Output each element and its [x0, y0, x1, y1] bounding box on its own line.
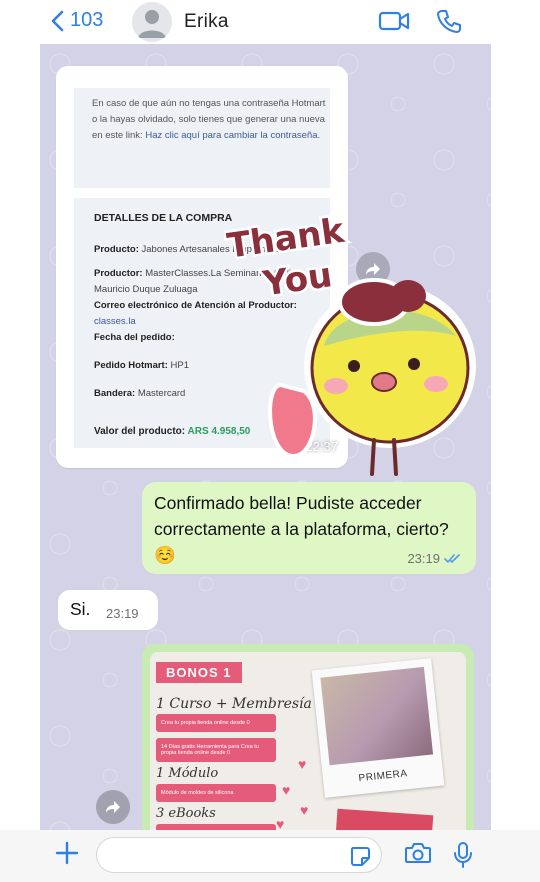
thank-you-sticker[interactable]: Thank You [222, 206, 491, 492]
soap-photo [320, 666, 434, 766]
chat-area[interactable]: En caso de que aún no tengas una contras… [40, 44, 491, 830]
phone-icon [437, 10, 461, 33]
incoming-message[interactable]: Si. 23:19 [58, 590, 158, 630]
back-button[interactable]: 103 [50, 9, 103, 32]
curso-heading: 1 Curso + Membresía [156, 696, 312, 712]
forward-button[interactable] [96, 790, 130, 824]
photo-stack [334, 808, 434, 830]
camera-icon [405, 843, 431, 863]
promo-pill: Crea tu propia tienda online desde 0 [156, 714, 276, 732]
promo-image: BONOS 1 1 Curso + Membresía Crea tu prop… [150, 652, 466, 830]
forward-icon [106, 801, 120, 813]
bird-sticker-icon: Thank You [222, 208, 476, 476]
attach-button[interactable] [54, 840, 80, 871]
video-call-button[interactable] [378, 8, 410, 39]
password-link: Haz clic aquí para cambiar la contraseña… [145, 130, 321, 141]
plus-icon [55, 841, 79, 865]
unread-count: 103 [70, 9, 104, 31]
sticker-text-you: You [260, 255, 335, 304]
sticker-icon[interactable] [349, 845, 371, 867]
image-message-promo[interactable]: BONOS 1 1 Curso + Membresía Crea tu prop… [142, 644, 474, 830]
heart-icon: ♥ [298, 756, 307, 772]
contact-name[interactable]: Erika [184, 11, 229, 33]
polaroid-photo: PRIMERA [311, 658, 445, 798]
avatar[interactable] [132, 2, 172, 42]
message-input[interactable] [96, 837, 382, 873]
composer-bar [0, 830, 540, 882]
chat-header: 103 Erika [0, 0, 540, 44]
camera-button[interactable] [404, 841, 432, 870]
promo-pill: Módulo de moldes de silicona [156, 784, 276, 802]
message-time: 23:19 [106, 606, 139, 621]
bonos-label: BONOS 1 [156, 662, 242, 683]
chevron-left-icon [51, 10, 64, 31]
microphone-icon [454, 842, 472, 868]
heart-icon: ♥ [300, 802, 309, 818]
double-check-icon [444, 554, 460, 564]
video-camera-icon [378, 11, 410, 31]
ebooks-heading: 3 eBooks [156, 806, 216, 821]
promo-pill: 14 Días gratis Herramienta para Crea tu … [156, 738, 276, 762]
modulo-heading: 1 Módulo [156, 766, 219, 781]
heart-icon: ♥ [282, 782, 291, 798]
voice-call-button[interactable] [436, 8, 462, 39]
microphone-button[interactable] [452, 841, 474, 874]
photo-caption: PRIMERA [358, 768, 409, 785]
message-text: Si. [70, 599, 91, 619]
message-meta: 23:19 [407, 551, 462, 566]
password-notice: En caso de que aún no tengas una contras… [74, 88, 330, 188]
message-time: 23:19 [407, 551, 440, 566]
default-avatar-icon [138, 10, 166, 38]
outgoing-message[interactable]: Confirmado bella! Pudiste acceder correc… [142, 482, 476, 574]
heart-icon: ♥ [276, 816, 285, 830]
